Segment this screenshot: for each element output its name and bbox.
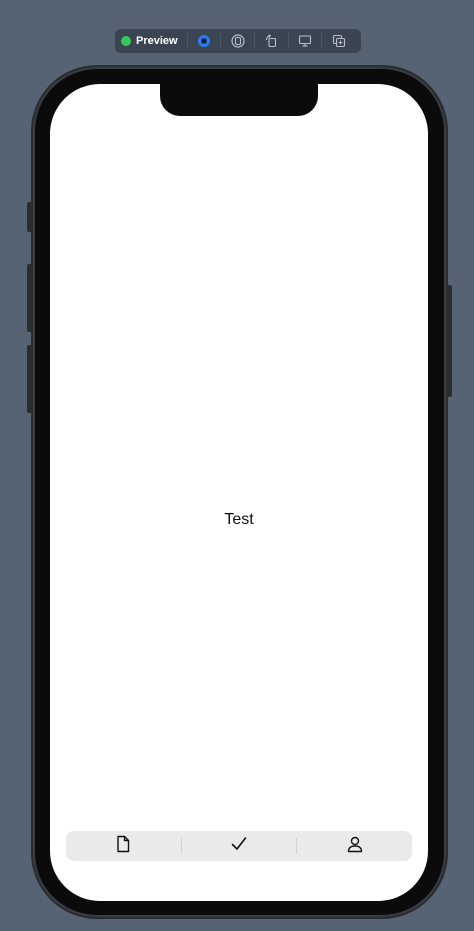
volume-up-button xyxy=(27,264,32,332)
preview-status: Preview xyxy=(121,29,187,53)
tab-profile[interactable] xyxy=(297,831,412,861)
xcode-preview-canvas: Preview Test xyxy=(0,0,474,931)
selectable-mode-button[interactable] xyxy=(221,29,254,53)
checkmark-icon xyxy=(230,835,248,858)
preview-label: Preview xyxy=(136,35,178,47)
document-icon xyxy=(115,835,131,858)
selectable-icon xyxy=(231,34,245,48)
live-icon xyxy=(197,34,211,48)
power-button xyxy=(447,285,452,397)
notch xyxy=(160,84,318,116)
tab-bar xyxy=(66,831,412,861)
live-mode-button[interactable] xyxy=(188,29,221,53)
rotate-button[interactable] xyxy=(255,29,288,53)
content-text: Test xyxy=(224,511,254,528)
device-screen: Test xyxy=(50,84,428,901)
rotate-icon xyxy=(264,34,278,48)
device-settings-button[interactable] xyxy=(289,29,322,53)
status-dot-icon xyxy=(121,36,131,46)
tab-checkmark[interactable] xyxy=(182,831,297,861)
tab-document[interactable] xyxy=(66,831,181,861)
volume-down-button xyxy=(27,345,32,413)
duplicate-icon xyxy=(332,34,346,48)
preview-toolbar: Preview xyxy=(115,29,361,53)
mute-switch xyxy=(27,202,32,232)
duplicate-button[interactable] xyxy=(322,29,355,53)
person-icon xyxy=(346,835,364,858)
display-icon xyxy=(298,34,312,48)
